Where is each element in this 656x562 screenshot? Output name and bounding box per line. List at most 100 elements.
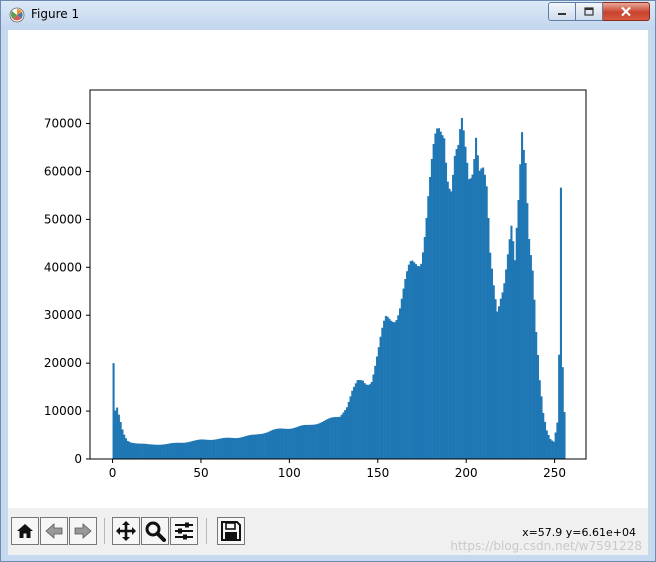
pan-button[interactable] (112, 517, 140, 545)
histogram-bar (195, 440, 198, 459)
histogram-bar (377, 347, 380, 459)
histogram-bar (529, 255, 532, 459)
histogram-bar (531, 270, 534, 459)
configure-subplots-button[interactable] (170, 517, 198, 545)
histogram-bar (547, 434, 550, 459)
histogram-bar (264, 432, 267, 459)
histogram-bar (174, 442, 177, 459)
histogram-bar (298, 426, 301, 459)
close-button[interactable] (603, 2, 650, 21)
zoom-magnifier-icon (145, 521, 166, 542)
histogram-bar (545, 430, 548, 459)
histogram-bar (299, 425, 303, 459)
matplotlib-logo-icon (9, 7, 25, 23)
histogram-bar (204, 439, 207, 459)
histogram-bar (117, 414, 120, 459)
histogram-bar (223, 437, 227, 459)
histogram-bar (446, 181, 449, 460)
histogram-bar (220, 438, 223, 459)
histogram-bar (390, 320, 393, 459)
watermark-text: https://blog.csdn.net/w7591228 (450, 539, 642, 553)
histogram-bar (402, 288, 405, 459)
histogram-bar (485, 186, 488, 460)
histogram-bar (443, 138, 446, 459)
figure-canvas[interactable]: 0 50 100 150 200 250 0 10000 20000 30000 40000 5000… (8, 30, 648, 555)
histogram-chart[interactable]: 0 50 100 150 200 250 0 10000 20000 30000 40000 5000… (8, 30, 648, 508)
histogram-bar (273, 429, 276, 459)
histogram-bar (376, 356, 379, 459)
histogram-bar (337, 416, 340, 459)
histogram-bar (227, 437, 230, 459)
x-tick-label: 150 (366, 466, 389, 480)
histogram-bar (563, 412, 566, 459)
histogram-bar (335, 416, 338, 459)
histogram-bar (437, 128, 440, 459)
histogram-bar (276, 428, 280, 459)
forward-button[interactable] (69, 517, 97, 545)
histogram-bar (154, 444, 158, 459)
histogram-bar (444, 162, 448, 459)
histogram-bar (296, 426, 299, 459)
histogram-bar (218, 438, 221, 459)
histogram-bar (116, 407, 119, 459)
histogram-bar (448, 188, 451, 459)
close-icon (621, 6, 631, 17)
histogram-bar (160, 444, 163, 459)
minimize-icon (558, 12, 566, 15)
histogram-bar (222, 438, 225, 459)
zoom-button[interactable] (141, 517, 169, 545)
histogram-bar (354, 383, 357, 459)
histogram-bar (326, 419, 329, 459)
toolbar-separator (206, 518, 207, 544)
histogram-bar (289, 428, 292, 459)
histogram-bar (399, 308, 402, 459)
title-bar[interactable]: Figure 1 (1, 1, 655, 30)
histogram-bar (489, 252, 492, 459)
back-button[interactable] (40, 517, 68, 545)
histogram-bar (165, 444, 168, 459)
histogram-bar (308, 424, 311, 459)
histogram-bar (494, 299, 497, 459)
home-button[interactable] (11, 517, 39, 545)
y-tick-label: 50000 (44, 212, 82, 226)
histogram-bar (501, 292, 504, 459)
histogram-bar (135, 443, 138, 459)
histogram-bar (551, 440, 554, 459)
navigation-toolbar: x=57.9 y=6.61e+04 https://blog.csdn.net/… (8, 508, 648, 555)
histogram-bar (496, 311, 499, 459)
histogram-bar (404, 279, 407, 459)
histogram-bar (540, 396, 543, 459)
histogram-bar (232, 438, 235, 459)
histogram-bar (416, 265, 419, 459)
histogram-bar (241, 437, 244, 459)
histogram-bar (432, 144, 435, 459)
histogram-bar (482, 167, 485, 459)
histogram-bar (510, 225, 513, 459)
histogram-bar (158, 444, 161, 459)
histogram-bar (338, 416, 341, 459)
histogram-bar (434, 133, 437, 459)
histogram-bar (266, 432, 269, 459)
histogram-bar (147, 444, 150, 459)
x-tick-label: 250 (543, 466, 566, 480)
maximize-button[interactable] (576, 2, 603, 21)
histogram-bar (508, 239, 511, 459)
histogram-bar (480, 168, 483, 460)
histogram-bar (234, 438, 237, 459)
histogram-bar (162, 444, 165, 459)
histogram-bar (503, 283, 506, 459)
histogram-bar (363, 383, 366, 459)
save-button[interactable] (217, 517, 245, 545)
histogram-bar (331, 417, 334, 459)
histogram-bar (301, 425, 304, 459)
histogram-bar (126, 440, 129, 459)
histogram-bar (391, 321, 395, 459)
histogram-bar (123, 434, 126, 459)
histogram-bar (186, 442, 189, 459)
histogram-bar (372, 374, 375, 459)
histogram-bar (413, 262, 416, 459)
histogram-bar (467, 179, 471, 459)
minimize-button[interactable] (548, 2, 576, 21)
histogram-bar (360, 380, 363, 459)
histogram-bar (305, 424, 308, 459)
